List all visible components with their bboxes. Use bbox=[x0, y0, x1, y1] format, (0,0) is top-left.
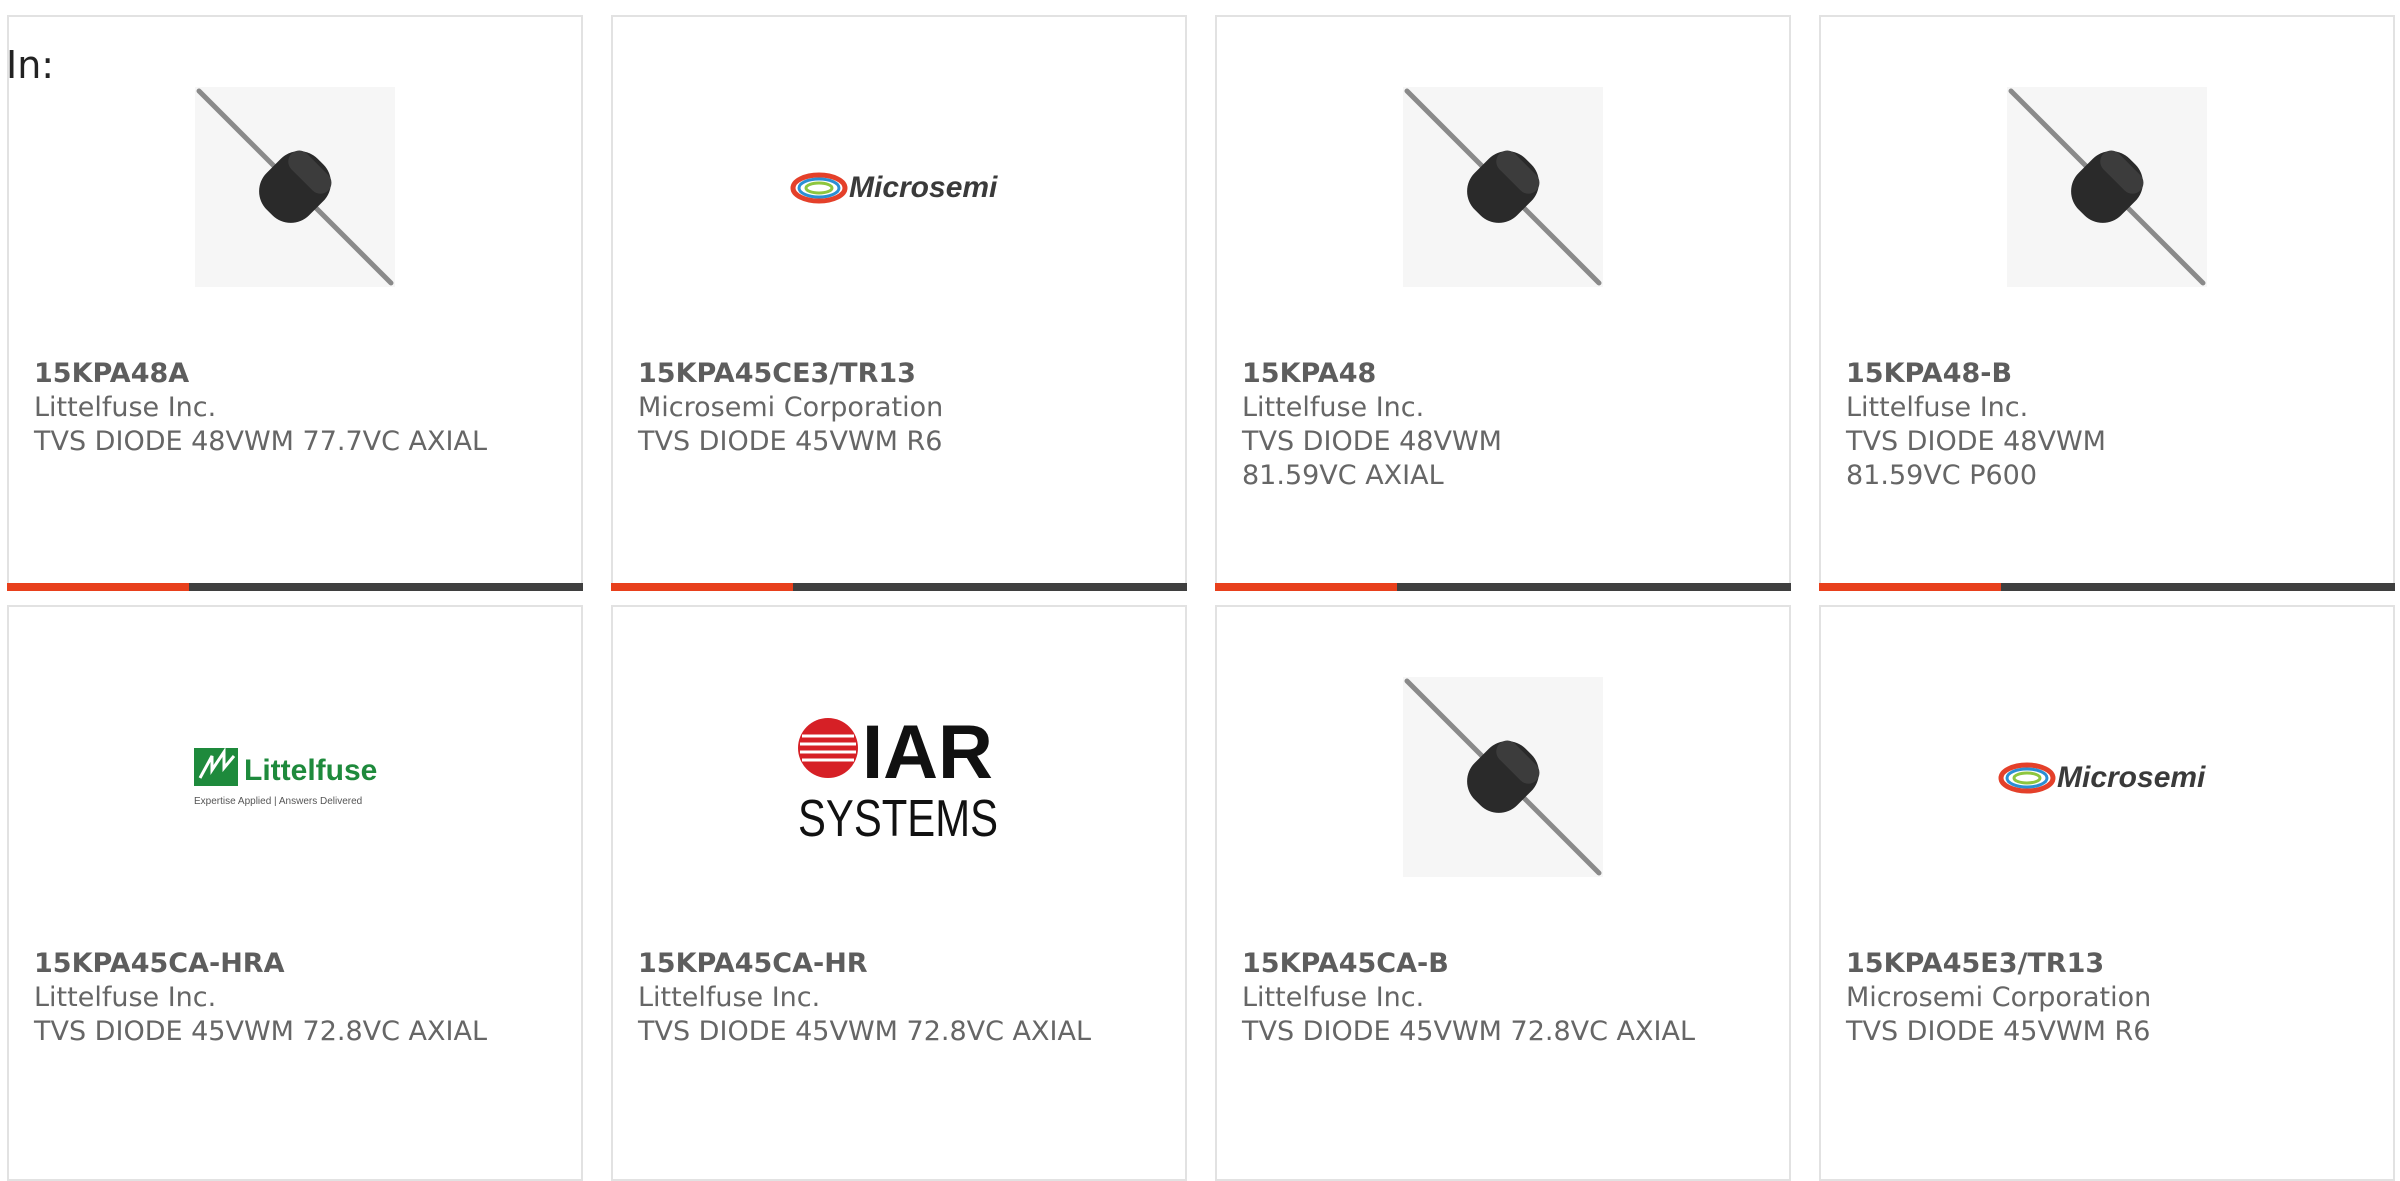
part-number[interactable]: 15KPA48 bbox=[1242, 357, 1599, 391]
product-grid: 15KPA48A Littelfuse Inc. TVS DIODE 48VWM… bbox=[7, 15, 2400, 1181]
svg-text:Microsemi: Microsemi bbox=[2057, 761, 2206, 794]
product-card[interactable]: IAR SYSTEMS 15KPA45CA-HR Littelfuse Inc.… bbox=[611, 605, 1187, 1181]
microsemi-logo: Microsemi bbox=[1998, 761, 2206, 794]
description: TVS DIODE 45VWM R6 bbox=[638, 426, 943, 457]
accent-bar bbox=[611, 583, 793, 591]
product-card[interactable]: 15KPA48-B Littelfuse Inc. TVS DIODE 48VW… bbox=[1819, 15, 2395, 591]
part-number[interactable]: 15KPA48A bbox=[34, 357, 561, 391]
product-image: Microsemi bbox=[1821, 677, 2393, 877]
product-image: Microsemi bbox=[613, 87, 1185, 287]
product-image bbox=[9, 87, 581, 287]
product-card[interactable]: 15KPA45CA-B Littelfuse Inc. TVS DIODE 45… bbox=[1215, 605, 1791, 1181]
svg-text:Littelfuse: Littelfuse bbox=[244, 754, 377, 787]
product-card[interactable]: 15KPA48 Littelfuse Inc. TVS DIODE 48VWM … bbox=[1215, 15, 1791, 591]
product-image: IAR SYSTEMS bbox=[613, 677, 1185, 877]
description: TVS DIODE 48VWM 81.59VC AXIAL bbox=[1242, 426, 1502, 491]
card-bar bbox=[1819, 583, 2395, 591]
product-image bbox=[1217, 87, 1789, 287]
product-card[interactable]: Microsemi 15KPA45E3/TR13 Microsemi Corpo… bbox=[1819, 605, 2395, 1181]
product-image bbox=[1821, 87, 2393, 287]
product-card[interactable]: 15KPA48A Littelfuse Inc. TVS DIODE 48VWM… bbox=[7, 15, 583, 591]
card-bar bbox=[1215, 583, 1791, 591]
description: TVS DIODE 45VWM 72.8VC AXIAL bbox=[638, 1016, 1091, 1047]
manufacturer: Microsemi Corporation bbox=[1846, 982, 2152, 1013]
accent-bar bbox=[1819, 583, 2001, 591]
diode-image bbox=[2007, 87, 2207, 287]
manufacturer: Littelfuse Inc. bbox=[1242, 982, 1425, 1013]
description: TVS DIODE 45VWM R6 bbox=[1846, 1016, 2151, 1047]
manufacturer: Littelfuse Inc. bbox=[1242, 392, 1425, 423]
microsemi-logo: Microsemi bbox=[790, 171, 998, 204]
diode-image bbox=[195, 87, 395, 287]
manufacturer: Microsemi Corporation bbox=[638, 392, 944, 423]
description: TVS DIODE 45VWM 72.8VC AXIAL bbox=[1242, 1016, 1695, 1047]
in-label: In: bbox=[6, 43, 55, 87]
product-image: Littelfuse Expertise Applied | Answers D… bbox=[9, 677, 581, 877]
part-number[interactable]: 15KPA45CE3/TR13 bbox=[638, 357, 1165, 391]
diode-image bbox=[1403, 87, 1603, 287]
part-number[interactable]: 15KPA45CA-B bbox=[1242, 947, 1769, 981]
iar-systems-logo: IAR SYSTEMS bbox=[798, 712, 998, 842]
manufacturer: Littelfuse Inc. bbox=[34, 982, 217, 1013]
part-number[interactable]: 15KPA48-B bbox=[1846, 357, 2203, 391]
diode-image bbox=[1403, 677, 1603, 877]
card-bar bbox=[7, 583, 583, 591]
accent-bar bbox=[7, 583, 189, 591]
product-image bbox=[1217, 677, 1789, 877]
description: TVS DIODE 48VWM 81.59VC P600 bbox=[1846, 426, 2106, 491]
description: TVS DIODE 48VWM 77.7VC AXIAL bbox=[34, 426, 487, 457]
manufacturer: Littelfuse Inc. bbox=[1846, 392, 2029, 423]
product-card[interactable]: Littelfuse Expertise Applied | Answers D… bbox=[7, 605, 583, 1181]
littelfuse-logo: Littelfuse Expertise Applied | Answers D… bbox=[194, 747, 377, 807]
accent-bar bbox=[1215, 583, 1397, 591]
svg-text:Expertise Applied | Answers De: Expertise Applied | Answers Delivered bbox=[194, 796, 362, 807]
card-bar bbox=[611, 583, 1187, 591]
svg-text:IAR: IAR bbox=[862, 712, 993, 795]
part-number[interactable]: 15KPA45CA-HR bbox=[638, 947, 1165, 981]
manufacturer: Littelfuse Inc. bbox=[638, 982, 821, 1013]
part-number[interactable]: 15KPA45E3/TR13 bbox=[1846, 947, 2373, 981]
part-number[interactable]: 15KPA45CA-HRA bbox=[34, 947, 561, 981]
svg-text:Microsemi: Microsemi bbox=[849, 171, 998, 204]
svg-text:SYSTEMS: SYSTEMS bbox=[798, 790, 998, 842]
manufacturer: Littelfuse Inc. bbox=[34, 392, 217, 423]
product-card[interactable]: Microsemi 15KPA45CE3/TR13 Microsemi Corp… bbox=[611, 15, 1187, 591]
description: TVS DIODE 45VWM 72.8VC AXIAL bbox=[34, 1016, 487, 1047]
